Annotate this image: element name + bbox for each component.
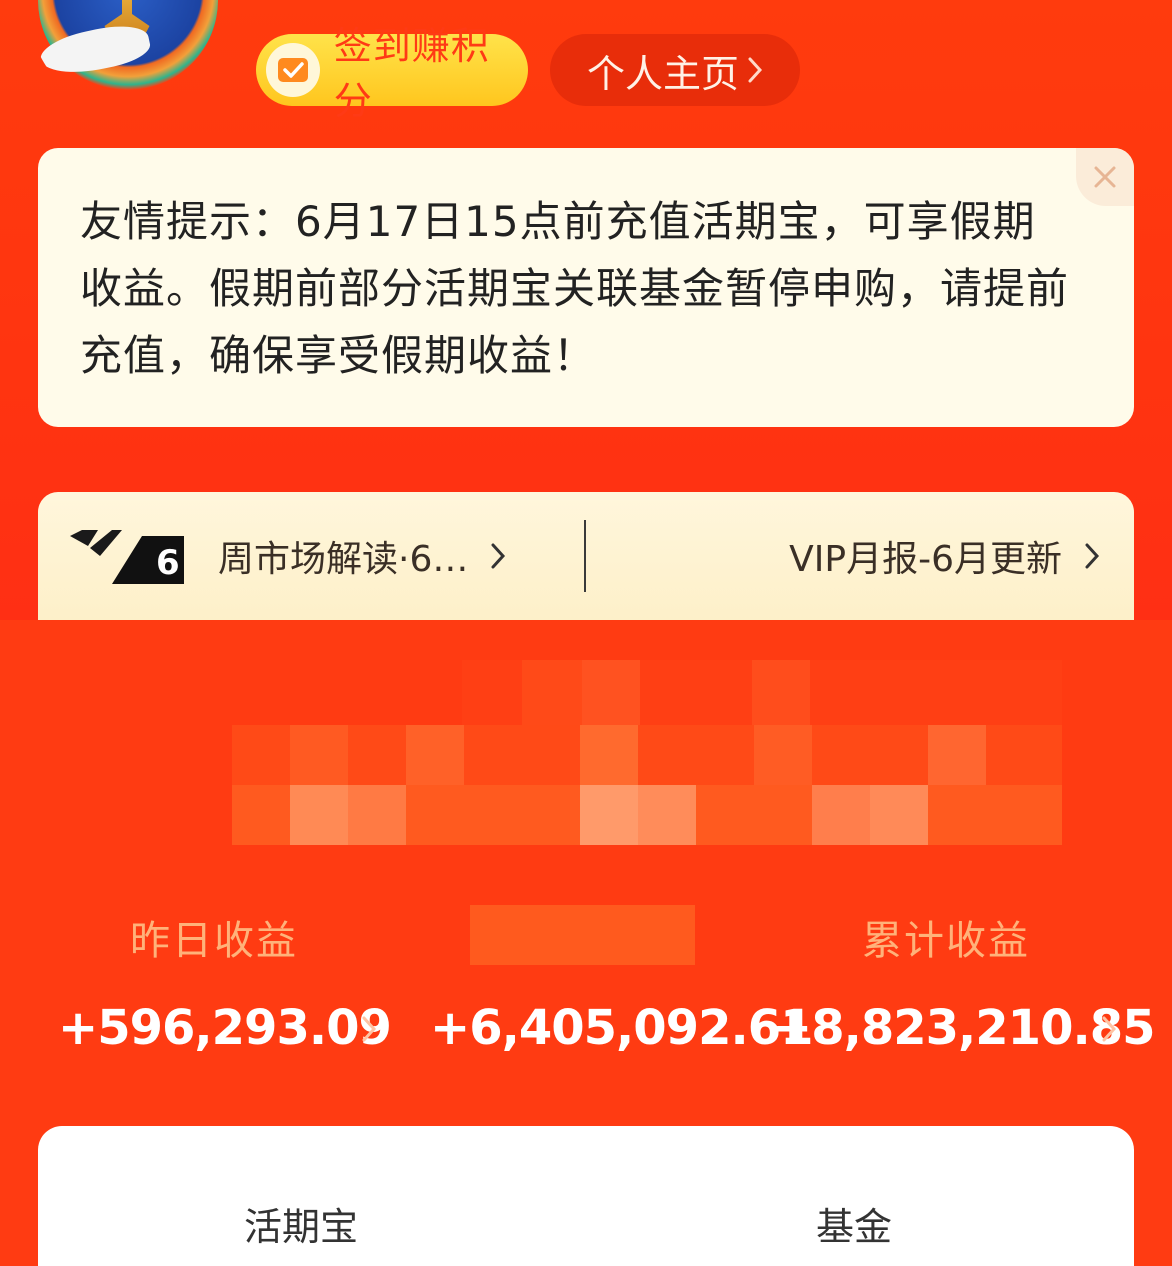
chevron-right-icon [491,543,506,569]
product-card: 活期宝 基金 [38,1126,1134,1266]
tab-fund[interactable]: 基金 [816,1196,892,1251]
chevron-right-icon[interactable] [1100,1014,1118,1044]
profile-label: 个人主页 [586,51,739,96]
vip-logo-text: 6 [156,543,180,583]
close-icon[interactable] [1076,148,1134,206]
yesterday-earnings-label: 昨日收益 [130,918,298,964]
chevron-right-icon[interactable] [360,1014,378,1044]
check-card-icon [266,43,320,97]
chevron-right-icon [748,57,763,83]
total-earnings-value[interactable]: +8,823,210.85 [772,1000,1156,1056]
pixelated-label [470,905,695,965]
signin-label: 签到赚积分 [333,24,490,123]
monthly-report-link[interactable]: VIP月报-6月更新 [789,528,1100,584]
divider [584,520,586,592]
vip-logo-icon: 6 [70,530,184,584]
chevron-right-icon [1085,543,1100,569]
weekly-report-link[interactable]: 周市场解读·6… [218,528,506,584]
profile-button[interactable]: 个人主页 [550,34,800,106]
pixelated-balance [232,660,1062,850]
middle-earnings-value[interactable]: +6,405,092.61 [430,1000,814,1056]
tab-current-deposit[interactable]: 活期宝 [244,1196,358,1251]
notice-text: 友情提示：6月17日15点前充值活期宝，可享假期收益。假期前部分活期宝关联基金暂… [80,197,1070,380]
monthly-report-label: VIP月报-6月更新 [789,539,1062,580]
yesterday-earnings-value[interactable]: +596,293.09 [58,1000,392,1056]
vip-bar: 6 周市场解读·6… VIP月报-6月更新 [38,492,1134,620]
weekly-report-label: 周市场解读·6… [218,539,469,580]
total-earnings-label: 累计收益 [862,918,1030,964]
notice-card: 友情提示：6月17日15点前充值活期宝，可享假期收益。假期前部分活期宝关联基金暂… [38,148,1134,427]
signin-button[interactable]: 签到赚积分 [256,24,528,123]
